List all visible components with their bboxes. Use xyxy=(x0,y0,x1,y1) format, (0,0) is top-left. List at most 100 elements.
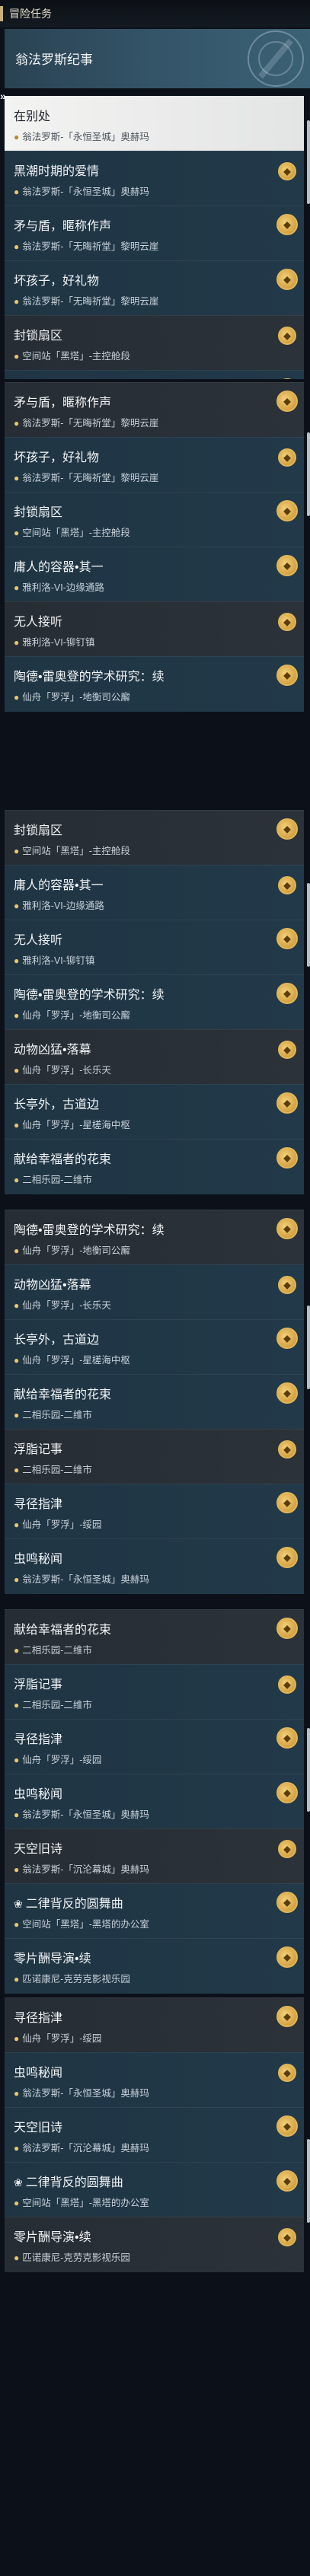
quest-list-item[interactable]: 庸人的容器•其一●翁法罗斯-「永恒圣城」奥赫玛◆ xyxy=(5,370,304,379)
category-banner[interactable]: 翁法罗斯纪事 xyxy=(5,29,310,88)
quest-list-item[interactable]: 献给幸福者的花束 ● 二相乐园-二维市 ◆ xyxy=(5,1139,304,1194)
quest-list-item[interactable]: 在别处 ● 翁法罗斯-「永恒圣城」奥赫玛 xyxy=(5,96,304,151)
quest-title: ❀ 二律背反的圆舞曲 xyxy=(14,2172,123,2190)
quest-list-item[interactable]: 长亭外，古道边 ● 仙舟「罗浮」-星槎海中枢 ◆ xyxy=(5,1319,304,1375)
quest-title: 陶德•雷奥登的学术研究：续 xyxy=(14,989,165,1002)
quest-location-text: 翁法罗斯-「无晦祈堂」黎明云崖 xyxy=(22,296,159,307)
quest-list-item[interactable]: 浮脂记事 ● 二相乐园-二维市 ◆ xyxy=(5,1664,304,1720)
quest-list-item[interactable]: 矛与盾，暱称作声 ● 翁法罗斯-「无晦祈堂」黎明云崖 ◆ xyxy=(5,382,304,438)
quest-title: 庸人的容器•其一 xyxy=(14,879,104,892)
quest-token-icon: ◆ xyxy=(276,1618,298,1639)
quest-list-item[interactable]: 零片酬导演•续 ● 匹诺康尼-克劳克影视乐园 ◆ xyxy=(5,2217,304,2272)
quest-list-item[interactable]: 封锁扇区 ● 空间站「黑塔」-主控舱段 ◆ xyxy=(5,492,304,547)
quest-location: ● 翁法罗斯-「无晦祈堂」黎明云崖 xyxy=(14,293,158,308)
quest-token-icon: ◆ xyxy=(276,500,298,521)
quest-title: 浮脂记事 xyxy=(14,1679,63,1691)
location-pin-icon: ● xyxy=(14,132,20,142)
quest-list-item[interactable]: 封锁扇区 ● 空间站「黑塔」-主控舱段 ◆ xyxy=(5,810,304,866)
quest-location: ● 仙舟「罗浮」-绥园 xyxy=(14,1752,101,1766)
quest-list-item[interactable]: 长亭外，古道边 ● 仙舟「罗浮」-星槎海中枢 ◆ xyxy=(5,1084,304,1140)
quest-list-item[interactable]: 献给幸福者的花束 ● 二相乐园-二维市 ◆ xyxy=(5,1609,304,1665)
quest-list-item[interactable]: 坏孩子，好礼物 ● 翁法罗斯-「无晦祈堂」黎明云崖 ◆ xyxy=(5,260,304,316)
quest-title: 无人接听 xyxy=(14,934,63,947)
quest-location-text: 仙舟「罗浮」-绥园 xyxy=(22,1755,102,1765)
quest-list-item[interactable]: 陶德•雷奥登的学术研究：续 ● 仙舟「罗浮」-地衡司公廨 ◆ xyxy=(5,656,304,712)
quest-title: 坏孩子，好礼物 xyxy=(14,275,100,288)
quest-location: ● 二相乐园-二维市 xyxy=(14,1407,92,1421)
location-pin-icon: ● xyxy=(14,582,20,593)
quest-title: 无人接听 xyxy=(14,616,63,629)
quest-location-text: 空间站「黑塔」-主控舱段 xyxy=(22,351,130,362)
quest-list-item[interactable]: 虫鸣秘闻 ● 翁法罗斯-「永恒圣城」奥赫玛 ◆ xyxy=(5,2052,304,2108)
quest-list-item[interactable]: 动物凶猛•落幕 ● 仙舟「罗浮」-长乐天 ◆ xyxy=(5,1264,304,1320)
quest-token-icon: ◆ xyxy=(278,448,296,467)
scrollbar[interactable] xyxy=(307,1728,310,1812)
quest-location: ● 二相乐园-二维市 xyxy=(14,1697,92,1711)
location-pin-icon: ● xyxy=(14,1809,20,1820)
quest-list-item[interactable]: 动物凶猛•落幕 ● 仙舟「罗浮」-长乐天 ◆ xyxy=(5,1029,304,1085)
quest-location: ● 仙舟「罗浮」-地衡司公廨 xyxy=(14,1007,130,1022)
quest-title: ❀ 二律背反的圆舞曲 xyxy=(14,1893,123,1911)
quest-list-item[interactable]: 庸人的容器•其一 ● 雅利洛-VI-边缘通路 ◆ xyxy=(5,547,304,602)
scrollbar[interactable] xyxy=(307,432,310,516)
scrollbar[interactable] xyxy=(307,883,310,967)
quest-token-icon: ◆ xyxy=(276,391,298,412)
quest-location: ● 翁法罗斯-「永恒圣城」奥赫玛 xyxy=(14,183,149,198)
quest-list-item[interactable]: 寻径指津 ● 仙舟「罗浮」-绥园 ◆ xyxy=(5,1997,304,2053)
quest-location: ● 翁法罗斯-「沉沦幕城」奥赫玛 xyxy=(14,2140,149,2154)
quest-location: ● 匹诺康尼-克劳克影视乐园 xyxy=(14,2249,130,2264)
quest-list-page: 寻径指津 ● 仙舟「罗浮」-绥园 ◆ 虫鸣秘闻 ● 翁法罗斯-「永恒圣城」奥赫玛 ◆ 天空旧诗 ●… xyxy=(0,1994,310,2314)
quest-location-text: 翁法罗斯-「永恒圣城」奥赫玛 xyxy=(22,1574,149,1585)
quest-location: ● 二相乐园-二维市 xyxy=(14,1642,92,1656)
quest-list-item[interactable]: 零片酬导演•续 ● 匹诺康尼-克劳克影视乐园 ◆ xyxy=(5,1938,304,1994)
swirl-icon: ❀ xyxy=(14,2176,23,2189)
quest-list-item[interactable]: 寻径指津 ● 仙舟「罗浮」-绥园 ◆ xyxy=(5,1484,304,1539)
quest-location-text: 仙舟「罗浮」-地衡司公廨 xyxy=(22,1245,130,1256)
quest-list-item[interactable]: 陶德•雷奥登的学术研究：续 ● 仙舟「罗浮」-地衡司公廨 ◆ xyxy=(5,974,304,1030)
location-pin-icon: ● xyxy=(14,2033,20,2044)
quest-location-text: 仙舟「罗浮」-长乐天 xyxy=(22,1065,111,1076)
scrollbar[interactable] xyxy=(307,120,310,204)
quest-list-item[interactable]: 矛与盾，暱称作声 ● 翁法罗斯-「无晦祈堂」黎明云崖 ◆ xyxy=(5,206,304,261)
quest-title: 献给幸福者的花束 xyxy=(14,1153,112,1166)
quest-location-text: 雅利洛-VI-铆钉镇 xyxy=(22,637,95,648)
quest-list-item[interactable]: ❀ 二律背反的圆舞曲 ● 空间站「黑塔」-黑塔的办公室 ◆ xyxy=(5,1883,304,1939)
quest-list-item[interactable]: 天空旧诗 ● 翁法罗斯-「沉沦幕城」奥赫玛 ◆ xyxy=(5,1828,304,1884)
quest-list-item[interactable]: 浮脂记事 ● 二相乐园-二维市 ◆ xyxy=(5,1429,304,1484)
quest-location-text: 翁法罗斯-「无晦祈堂」黎明云崖 xyxy=(22,418,159,429)
quest-location: ● 翁法罗斯-「永恒圣城」奥赫玛 xyxy=(14,129,149,143)
scrollbar[interactable] xyxy=(307,2139,310,2223)
quest-location-text: 仙舟「罗浮」-绥园 xyxy=(22,2033,102,2044)
quest-location: ● 雅利洛-VI-铆钉镇 xyxy=(14,634,94,649)
quest-location-text: 空间站「黑塔」-主控舱段 xyxy=(22,846,130,856)
quest-location-text: 仙舟「罗浮」-地衡司公廨 xyxy=(22,1010,130,1021)
quest-list-item[interactable]: 庸人的容器•其一 ● 雅利洛-VI-边缘通路 ◆ xyxy=(5,865,304,920)
location-pin-icon: ● xyxy=(14,1574,20,1585)
quest-title: 寻径指津 xyxy=(14,1498,63,1511)
quest-location: ● 翁法罗斯-「无晦祈堂」黎明云崖 xyxy=(14,415,158,429)
location-pin-icon: ● xyxy=(14,187,20,197)
location-pin-icon: ● xyxy=(14,418,20,429)
quest-list-item[interactable]: 献给幸福者的花束 ● 二相乐园-二维市 ◆ xyxy=(5,1374,304,1430)
quest-list-item[interactable]: ❀ 二律背反的圆舞曲 ● 空间站「黑塔」-黑塔的办公室 ◆ xyxy=(5,2162,304,2217)
scrollbar[interactable] xyxy=(307,1306,310,1389)
quest-list-item[interactable]: 封锁扇区 ● 空间站「黑塔」-主控舱段 ◆ xyxy=(5,315,304,371)
quest-list-item[interactable]: 虫鸣秘闻 ● 翁法罗斯-「永恒圣城」奥赫玛 ◆ xyxy=(5,1774,304,1829)
quest-list-item[interactable]: 陶德•雷奥登的学术研究：续 ● 仙舟「罗浮」-地衡司公廨 ◆ xyxy=(5,1210,304,1265)
quest-list-item[interactable]: 无人接听 ● 雅利洛-VI-铆钉镇 ◆ xyxy=(5,601,304,657)
quest-list-item[interactable]: 寻径指津 ● 仙舟「罗浮」-绥园 ◆ xyxy=(5,1719,304,1774)
quest-token-icon: ◆ xyxy=(276,1782,298,1803)
location-pin-icon: ● xyxy=(14,528,20,538)
location-pin-icon: ● xyxy=(14,901,20,911)
quest-list-item[interactable]: 虫鸣秘闻 ● 翁法罗斯-「永恒圣城」奥赫玛 ◆ xyxy=(5,1538,304,1594)
quest-list-item[interactable]: 无人接听 ● 雅利洛-VI-铆钉镇 ◆ xyxy=(5,920,304,975)
location-pin-icon: ● xyxy=(14,1519,20,1530)
quest-location: ● 空间站「黑塔」-主控舱段 xyxy=(14,524,130,539)
quest-token-icon: ◆ xyxy=(276,1946,298,1968)
quest-list-item[interactable]: 坏孩子，好礼物 ● 翁法罗斯-「无晦祈堂」黎明云崖 ◆ xyxy=(5,437,304,493)
quest-list-page: 陶德•雷奥登的学术研究：续 ● 仙舟「罗浮」-地衡司公廨 ◆ 动物凶猛•落幕 ● 仙舟「罗浮… xyxy=(0,1207,310,1606)
location-pin-icon: ● xyxy=(14,2143,20,2154)
quest-location-text: 二相乐园-二维市 xyxy=(22,1465,92,1475)
quest-list-item[interactable]: 黑潮时期的爱情 ● 翁法罗斯-「永恒圣城」奥赫玛 ◆ xyxy=(5,151,304,206)
quest-list-item[interactable]: 天空旧诗 ● 翁法罗斯-「沉沦幕城」奥赫玛 ◆ xyxy=(5,2107,304,2163)
